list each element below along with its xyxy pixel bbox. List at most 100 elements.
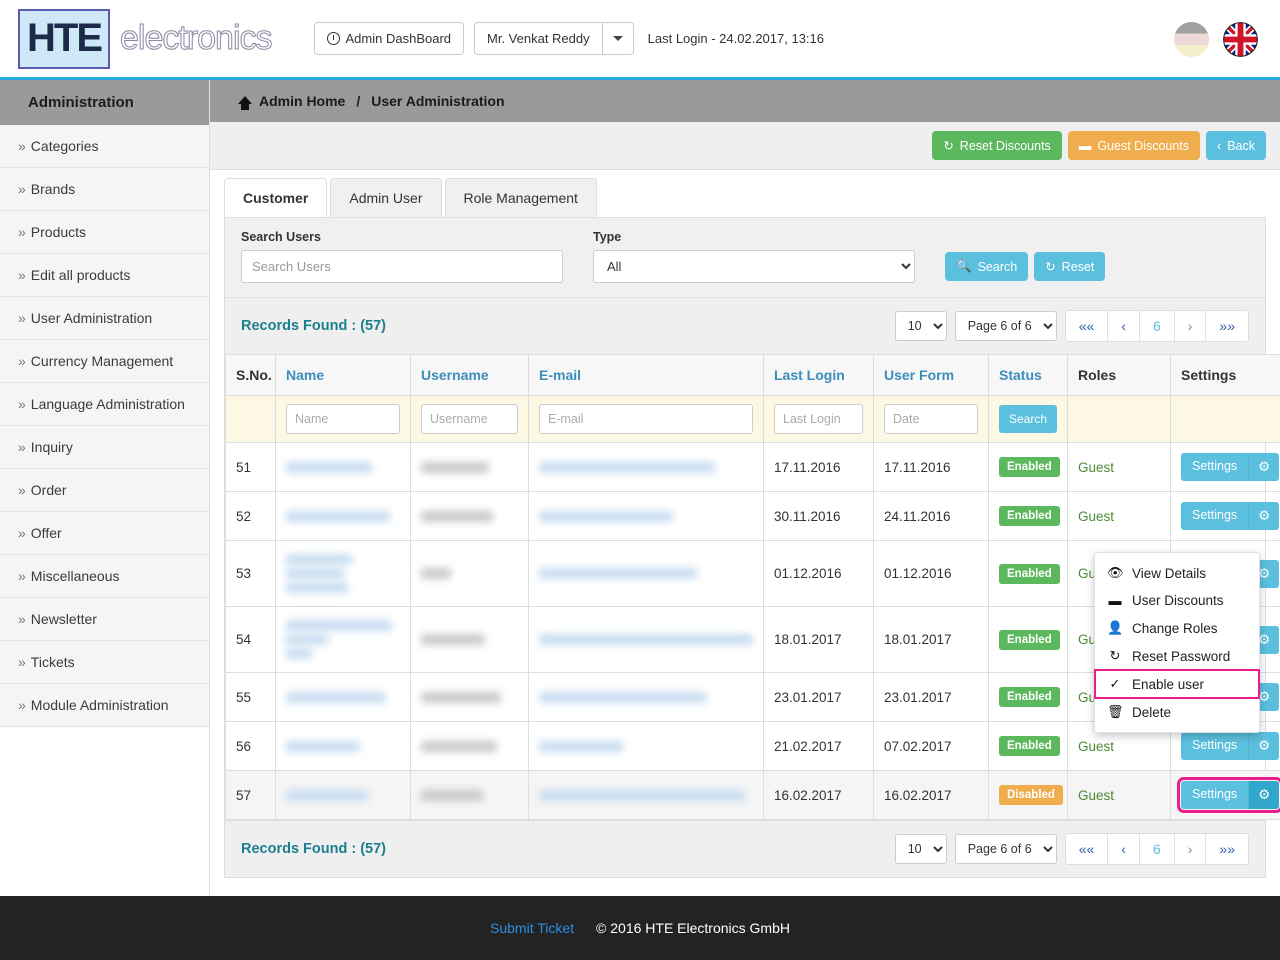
user-menu-toggle[interactable] <box>601 22 634 55</box>
current-page-button-bottom[interactable]: 6 <box>1139 834 1175 864</box>
first-page-button-bottom[interactable]: «« <box>1065 834 1109 864</box>
search-button[interactable]: 🔍 Search <box>945 252 1029 281</box>
table-row[interactable]: 52 30.11.2016 24.11.2016 Enabled Guest S… <box>225 491 1280 541</box>
refresh-icon: ↻ <box>943 139 954 153</box>
first-page-button[interactable]: «« <box>1065 311 1109 341</box>
filter-user-form-input[interactable] <box>884 404 978 434</box>
col-last-login[interactable]: Last Login <box>763 354 874 396</box>
sidebar-item-offer[interactable]: » Offer <box>0 512 209 555</box>
filter-search-button[interactable]: Search <box>999 405 1058 433</box>
page-size-select-bottom[interactable]: 10 <box>894 834 947 864</box>
tab-admin-user[interactable]: Admin User <box>330 178 442 217</box>
user-menu-group[interactable]: Mr. Venkat Reddy <box>474 22 634 55</box>
gear-icon[interactable]: ⚙ <box>1248 732 1280 760</box>
last-page-button[interactable]: »» <box>1206 311 1248 341</box>
cell-name-redacted[interactable] <box>275 442 411 492</box>
cell-settings: Settings ⚙ <box>1170 770 1280 820</box>
sidebar-item-language-administration[interactable]: » Language Administration <box>0 383 209 426</box>
filter-cell-settings <box>1170 395 1280 443</box>
cell-name-redacted[interactable] <box>275 540 411 607</box>
chevron-right-icon: » <box>18 181 26 197</box>
sidebar-item-categories[interactable]: » Categories <box>0 125 209 168</box>
cell-name-redacted[interactable] <box>275 672 411 722</box>
cell-username-redacted <box>410 540 529 607</box>
breadcrumb-home[interactable]: Admin Home <box>259 93 345 109</box>
gear-icon[interactable]: ⚙ <box>1248 453 1280 481</box>
prev-page-button-bottom[interactable]: ‹ <box>1108 834 1140 864</box>
current-page-button[interactable]: 6 <box>1139 311 1175 341</box>
next-page-button[interactable]: › <box>1174 311 1207 341</box>
col-username[interactable]: Username <box>410 354 529 396</box>
tab-role-management[interactable]: Role Management <box>444 178 597 217</box>
col-status[interactable]: Status <box>988 354 1068 396</box>
redacted-name <box>286 568 344 579</box>
guest-discounts-button[interactable]: ▬ Guest Discounts <box>1067 131 1201 160</box>
user-name-button[interactable]: Mr. Venkat Reddy <box>474 22 602 55</box>
settings-button[interactable]: Settings ⚙ <box>1181 732 1280 760</box>
submit-ticket-link[interactable]: Submit Ticket <box>490 920 574 936</box>
cell-role: Guest <box>1067 442 1171 492</box>
reset-button[interactable]: ↻ Reset <box>1034 252 1106 281</box>
col-name[interactable]: Name <box>275 354 411 396</box>
redacted-name <box>286 620 392 631</box>
reset-discounts-button[interactable]: ↻ Reset Discounts <box>932 131 1062 160</box>
cell-email-redacted <box>528 491 764 541</box>
col-email[interactable]: E-mail <box>528 354 764 396</box>
cell-email-redacted <box>528 721 764 771</box>
settings-button-active[interactable]: Settings ⚙ <box>1176 777 1280 813</box>
menu-item-delete[interactable]: 🗑 Delete <box>1095 698 1259 726</box>
uk-flag-icon[interactable] <box>1223 22 1258 57</box>
settings-button[interactable]: Settings ⚙ <box>1181 502 1280 530</box>
sidebar-item-newsletter[interactable]: » Newsletter <box>0 598 209 641</box>
sidebar-item-currency-management[interactable]: » Currency Management <box>0 340 209 383</box>
tab-customer[interactable]: Customer <box>224 178 328 217</box>
sidebar-item-tickets[interactable]: » Tickets <box>0 641 209 684</box>
menu-item-change-roles[interactable]: 👤 Change Roles <box>1095 614 1259 642</box>
settings-button[interactable]: Settings ⚙ <box>1181 453 1280 481</box>
prev-page-button[interactable]: ‹ <box>1108 311 1140 341</box>
admin-dashboard-button[interactable]: Admin DashBoard <box>313 22 465 55</box>
redacted-email <box>539 691 707 703</box>
gear-icon[interactable]: ⚙ <box>1248 781 1280 809</box>
menu-item-enable-user[interactable]: ✓ Enable user <box>1094 669 1260 699</box>
sidebar-item-order[interactable]: » Order <box>0 469 209 512</box>
sidebar-item-user-administration[interactable]: » User Administration <box>0 297 209 340</box>
language-switcher[interactable] <box>1174 22 1258 57</box>
sidebar-item-inquiry[interactable]: » Inquiry <box>0 426 209 469</box>
filter-name-input[interactable] <box>286 404 400 434</box>
gear-icon[interactable]: ⚙ <box>1248 502 1280 530</box>
page-size-select[interactable]: 10 <box>894 311 947 341</box>
menu-item-reset-password[interactable]: ↻ Reset Password <box>1095 642 1259 670</box>
filter-last-login-input[interactable] <box>774 404 863 434</box>
filter-username-input[interactable] <box>421 404 518 434</box>
col-user-form[interactable]: User Form <box>873 354 989 396</box>
filter-email-input[interactable] <box>539 404 753 434</box>
cell-user-form: 18.01.2017 <box>873 606 989 673</box>
sidebar-item-products[interactable]: » Products <box>0 211 209 254</box>
cell-name-redacted[interactable] <box>275 606 411 673</box>
cell-name-redacted[interactable] <box>275 721 411 771</box>
page-select-bottom[interactable]: Page 6 of 6 <box>954 834 1057 864</box>
table-row[interactable]: 57 16.02.2017 16.02.2017 Disabled Guest … <box>225 770 1280 820</box>
back-button[interactable]: ‹ Back <box>1206 131 1266 160</box>
page-select[interactable]: Page 6 of 6 <box>954 311 1057 341</box>
sidebar-item-brands[interactable]: » Brands <box>0 168 209 211</box>
cell-user-form: 01.12.2016 <box>873 540 989 607</box>
next-page-button-bottom[interactable]: › <box>1174 834 1207 864</box>
cell-name-redacted[interactable] <box>275 491 411 541</box>
menu-item-view-details[interactable]: 👁 View Details <box>1095 559 1259 587</box>
table-row[interactable]: 51 17.11.2016 17.11.2016 Enabled Guest S… <box>225 442 1280 492</box>
type-select[interactable]: All <box>593 250 915 283</box>
sidebar-item-miscellaneous[interactable]: » Miscellaneous <box>0 555 209 598</box>
redacted-name <box>286 554 352 565</box>
chevron-right-icon: » <box>18 525 26 541</box>
german-flag-icon[interactable] <box>1174 22 1209 57</box>
col-sno: S.No. <box>225 354 276 396</box>
sidebar-item-label: Offer <box>30 525 62 541</box>
search-users-input[interactable] <box>241 250 563 283</box>
cell-name-redacted[interactable] <box>275 770 411 820</box>
sidebar-item-module-administration[interactable]: » Module Administration <box>0 684 209 727</box>
sidebar-item-edit-all-products[interactable]: » Edit all products <box>0 254 209 297</box>
last-page-button-bottom[interactable]: »» <box>1206 834 1248 864</box>
menu-item-user-discounts[interactable]: ▬ User Discounts <box>1095 587 1259 614</box>
